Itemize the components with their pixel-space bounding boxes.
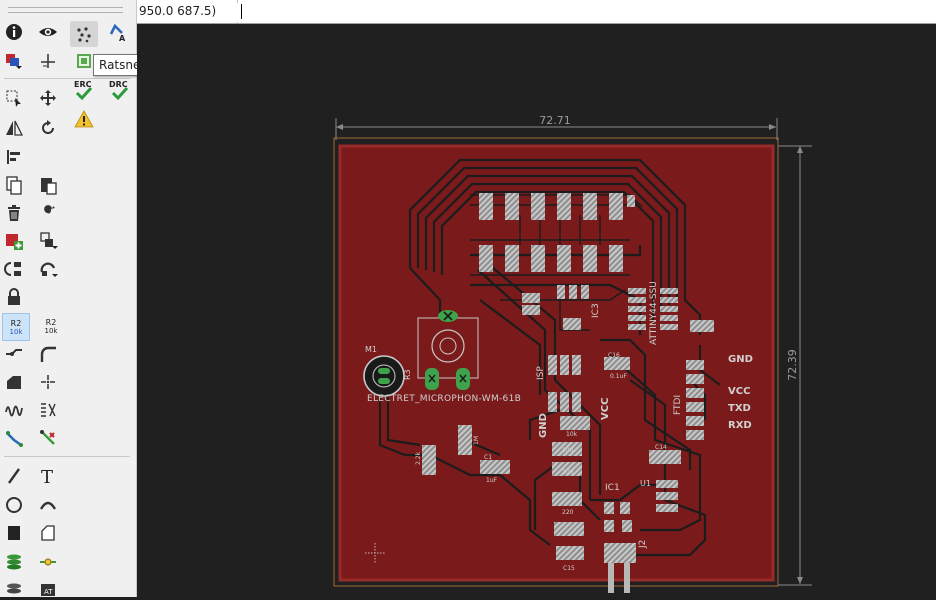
name-icon[interactable]: R2 10k — [2, 313, 30, 341]
command-input[interactable] — [237, 3, 931, 22]
value-tool-value: 10k — [44, 326, 58, 335]
signal-icon[interactable] — [36, 427, 60, 449]
r1m-pads — [458, 425, 472, 455]
label-gnd: GND — [728, 354, 753, 365]
label-r-100a: 100 — [562, 447, 574, 454]
label-r3: R3 — [403, 369, 412, 380]
label-gnd-isp: GND — [538, 413, 549, 438]
warning-icon[interactable] — [72, 108, 96, 130]
hole-icon[interactable] — [36, 551, 60, 573]
value-tool-label: R2 — [45, 317, 57, 327]
label-vcc-isp: VCC — [600, 398, 611, 420]
toolbar-separator — [4, 78, 130, 79]
label-c14: C14 — [655, 444, 667, 451]
polygon-icon[interactable] — [36, 522, 60, 544]
microphone-m1 — [363, 355, 405, 397]
swap-icon[interactable] — [2, 258, 26, 280]
route-icon[interactable] — [36, 399, 60, 421]
split-icon[interactable] — [2, 343, 26, 365]
label-j2: J2 — [638, 540, 648, 549]
label-attiny: ATTINY44-SSU — [649, 281, 659, 345]
label-isp: ISP — [536, 366, 546, 380]
rotate-icon[interactable] — [36, 117, 60, 139]
label-r-220: 220 — [562, 509, 574, 516]
label-m1: M1 — [365, 345, 377, 354]
change-icon[interactable] — [36, 258, 60, 280]
wrench-icon[interactable] — [36, 202, 60, 224]
via-icon[interactable] — [2, 551, 26, 573]
arc-icon[interactable] — [36, 494, 60, 516]
pcb-board-view[interactable]: 72.71 72.39 M1 R3 ELECTRET_MICROPHON-WM-… — [137, 24, 936, 597]
board-canvas[interactable]: 72.71 72.39 M1 R3 ELECTRET_MICROPHON-WM-… — [137, 24, 936, 597]
label-r-10k: 10k — [566, 431, 578, 438]
eye-icon[interactable] — [36, 21, 60, 43]
label-vcc: VCC — [728, 386, 750, 397]
u1-pads — [656, 480, 678, 512]
label-ftdi: FTDI — [673, 395, 683, 415]
mark-icon[interactable] — [36, 50, 60, 72]
ripup-single-icon[interactable] — [2, 427, 26, 449]
svg-text:AT: AT — [44, 588, 53, 596]
command-bar: 950.0 687.5) — [137, 0, 936, 24]
meander-icon[interactable] — [36, 371, 60, 393]
copy-icon[interactable] — [2, 174, 26, 196]
label-u1: U1 — [640, 479, 651, 488]
c14-pads — [649, 450, 681, 464]
move-icon[interactable] — [36, 87, 60, 109]
delete-icon[interactable] — [2, 202, 26, 224]
label-c15: C15 — [563, 565, 575, 572]
label-microphone: ELECTRET_MICROPHON-WM-61B — [367, 394, 521, 404]
label-c1-value: 1uF — [486, 477, 498, 484]
replace-icon[interactable] — [36, 230, 60, 252]
label-ic3: IC3 — [591, 303, 601, 318]
svg-text:A: A — [119, 34, 126, 42]
label-c16-value: 0.1uF — [610, 373, 627, 380]
height-dimension-label: 72.39 — [786, 349, 799, 381]
svg-text:T: T — [41, 467, 53, 486]
lock-icon[interactable] — [2, 286, 26, 308]
label-r-1m: 1M — [473, 436, 480, 445]
add-icon[interactable] — [2, 230, 26, 252]
value-icon[interactable]: R2 10k — [38, 313, 64, 339]
ripup-icon[interactable] — [2, 399, 26, 421]
select-icon[interactable] — [2, 87, 26, 109]
erc-check-icon[interactable] — [74, 86, 94, 101]
align-icon[interactable] — [2, 146, 26, 168]
optimize-icon[interactable] — [2, 371, 26, 393]
label-txd: TXD — [728, 403, 751, 414]
paste-icon[interactable] — [36, 174, 60, 196]
drc-check-icon[interactable] — [110, 86, 130, 101]
name-tool-label: R2 — [10, 318, 22, 328]
autorouter-icon[interactable]: A — [106, 21, 130, 43]
name-tool-value: 10k — [9, 327, 23, 336]
text-caret — [241, 4, 242, 19]
c1-pads — [480, 460, 510, 474]
tool-palette: A ERC DRC R2 10k R2 10k T AT Ratsnest — [0, 0, 158, 597]
coordinate-display: 950.0 687.5) — [137, 0, 238, 23]
info-icon[interactable] — [2, 21, 26, 43]
label-ic1: IC1 — [605, 483, 620, 493]
toolbar-grip[interactable] — [8, 7, 123, 13]
circle-icon[interactable] — [2, 494, 26, 516]
text-icon[interactable]: T — [36, 465, 60, 487]
width-dimension-label: 72.71 — [539, 114, 571, 127]
line-icon[interactable] — [2, 465, 26, 487]
rectangle-icon[interactable] — [2, 522, 26, 544]
r22k-pads — [422, 445, 436, 475]
layer-settings-icon[interactable] — [2, 50, 26, 72]
label-c16: C16 — [608, 352, 620, 359]
ratsnest-icon[interactable] — [70, 21, 98, 47]
mirror-icon[interactable] — [2, 117, 26, 139]
miter-icon[interactable] — [36, 343, 60, 365]
label-r-100b: 100 — [562, 469, 574, 476]
label-c1: C1 — [484, 454, 492, 461]
label-rxd: RXD — [728, 420, 752, 431]
toolbar-separator — [4, 456, 130, 457]
label-r-2-2k: 2.2k — [415, 451, 422, 465]
